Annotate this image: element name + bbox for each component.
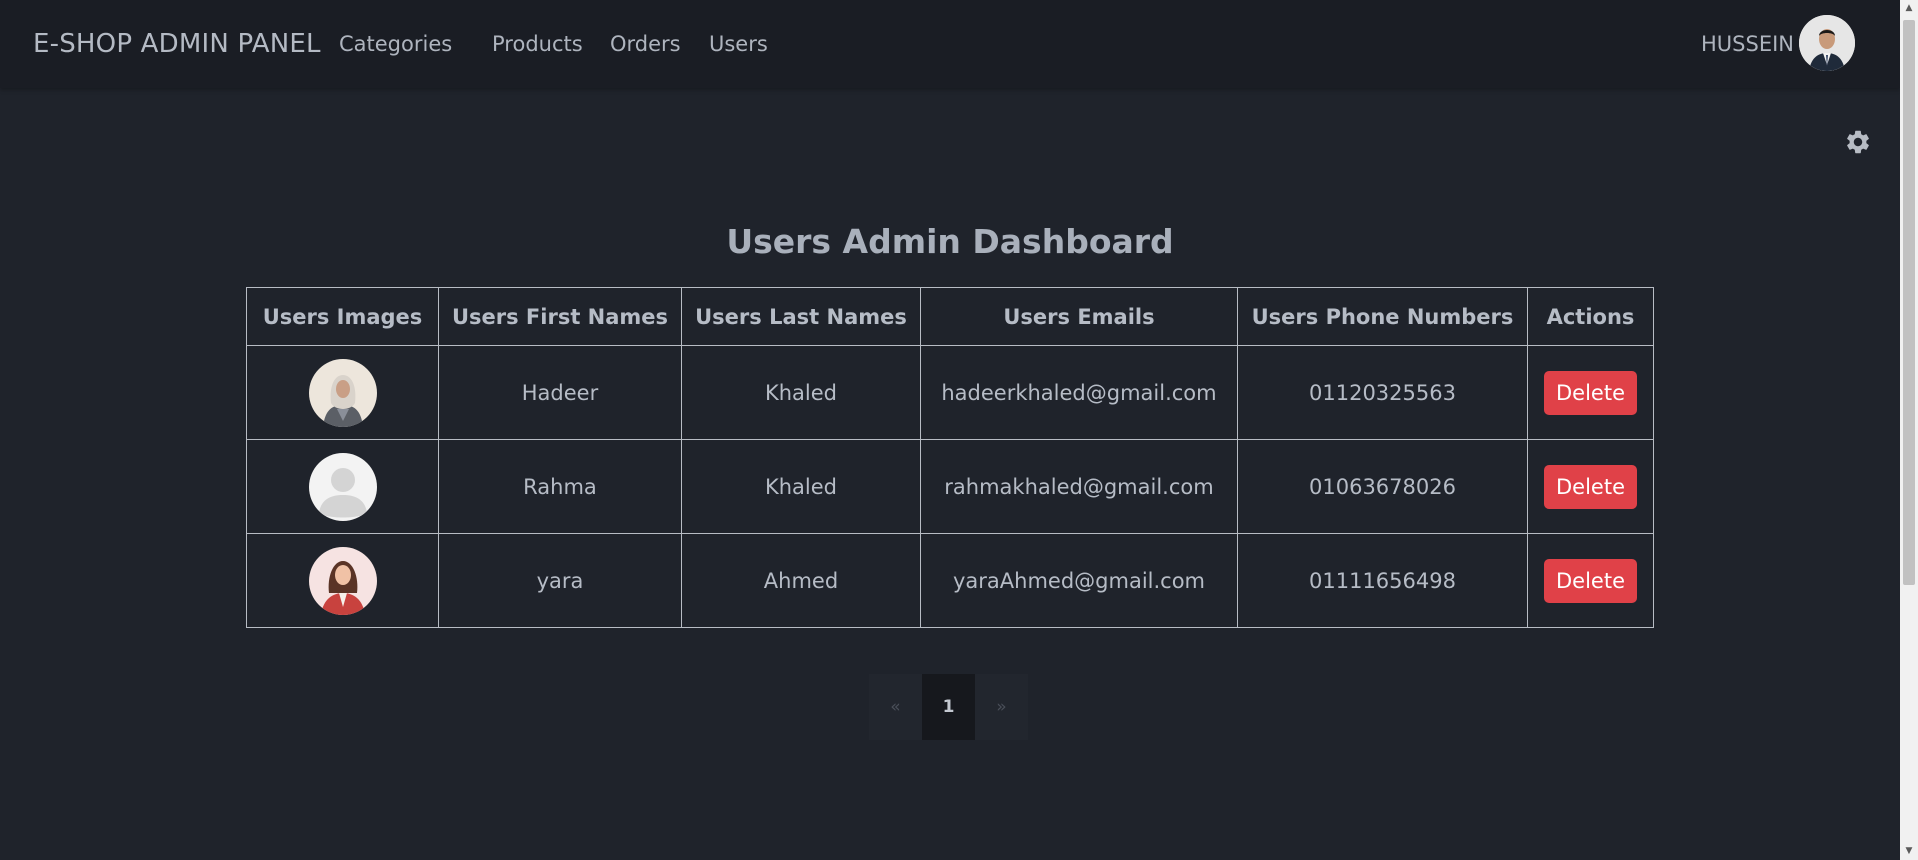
last-name-cell: Khaled bbox=[681, 439, 921, 534]
scroll-down-arrow-icon[interactable]: ▼ bbox=[1900, 843, 1918, 860]
phone-cell: 01063678026 bbox=[1237, 439, 1528, 534]
actions-cell: Delete bbox=[1527, 345, 1654, 440]
user-avatar[interactable] bbox=[1799, 15, 1855, 71]
gear-icon[interactable] bbox=[1844, 128, 1872, 156]
user-avatar-image bbox=[308, 546, 377, 615]
table-row: yara Ahmed yaraAhmed@gmail.com 011116564… bbox=[246, 533, 1654, 628]
email-cell: rahmakhaled@gmail.com bbox=[920, 439, 1238, 534]
user-image-cell bbox=[246, 345, 439, 440]
header-images: Users Images bbox=[246, 287, 439, 346]
user-avatar-image bbox=[308, 452, 377, 521]
brand-title[interactable]: E-SHOP ADMIN PANEL bbox=[33, 29, 321, 59]
user-image-cell bbox=[246, 533, 439, 628]
delete-button[interactable]: Delete bbox=[1544, 370, 1637, 415]
header-emails: Users Emails bbox=[920, 287, 1238, 346]
user-image-cell bbox=[246, 439, 439, 534]
last-name-cell: Khaled bbox=[681, 345, 921, 440]
user-name[interactable]: HUSSEIN bbox=[1701, 32, 1794, 56]
actions-cell: Delete bbox=[1527, 533, 1654, 628]
phone-cell: 01120325563 bbox=[1237, 345, 1528, 440]
users-table: Users Images Users First Names Users Las… bbox=[246, 287, 1654, 628]
first-name-cell: yara bbox=[438, 533, 682, 628]
pagination: « 1 » bbox=[869, 674, 1028, 740]
user-avatar-image bbox=[308, 358, 377, 427]
top-navbar: E-SHOP ADMIN PANEL Categories Products O… bbox=[0, 0, 1900, 88]
first-name-cell: Rahma bbox=[438, 439, 682, 534]
nav-categories[interactable]: Categories bbox=[339, 32, 452, 56]
header-first-names: Users First Names bbox=[438, 287, 682, 346]
pagination-next[interactable]: » bbox=[975, 674, 1028, 740]
actions-cell: Delete bbox=[1527, 439, 1654, 534]
delete-button[interactable]: Delete bbox=[1544, 558, 1637, 603]
header-phones: Users Phone Numbers bbox=[1237, 287, 1528, 346]
page-title: Users Admin Dashboard bbox=[726, 222, 1174, 261]
table-row: Rahma Khaled rahmakhaled@gmail.com 01063… bbox=[246, 439, 1654, 534]
header-last-names: Users Last Names bbox=[681, 287, 921, 346]
header-actions: Actions bbox=[1527, 287, 1654, 346]
scroll-up-arrow-icon[interactable]: ▲ bbox=[1900, 0, 1918, 17]
phone-cell: 01111656498 bbox=[1237, 533, 1528, 628]
delete-button[interactable]: Delete bbox=[1544, 464, 1637, 509]
last-name-cell: Ahmed bbox=[681, 533, 921, 628]
pagination-page[interactable]: 1 bbox=[922, 674, 975, 740]
table-row: Hadeer Khaled hadeerkhaled@gmail.com 011… bbox=[246, 345, 1654, 440]
first-name-cell: Hadeer bbox=[438, 345, 682, 440]
pagination-prev[interactable]: « bbox=[869, 674, 922, 740]
nav-orders[interactable]: Orders bbox=[610, 32, 681, 56]
table-header-row: Users Images Users First Names Users Las… bbox=[246, 287, 1654, 346]
email-cell: hadeerkhaled@gmail.com bbox=[920, 345, 1238, 440]
scroll-thumb[interactable] bbox=[1903, 20, 1915, 585]
nav-products[interactable]: Products bbox=[492, 32, 583, 56]
nav-users[interactable]: Users bbox=[709, 32, 768, 56]
vertical-scrollbar[interactable]: ▲ ▼ bbox=[1900, 0, 1918, 860]
email-cell: yaraAhmed@gmail.com bbox=[920, 533, 1238, 628]
